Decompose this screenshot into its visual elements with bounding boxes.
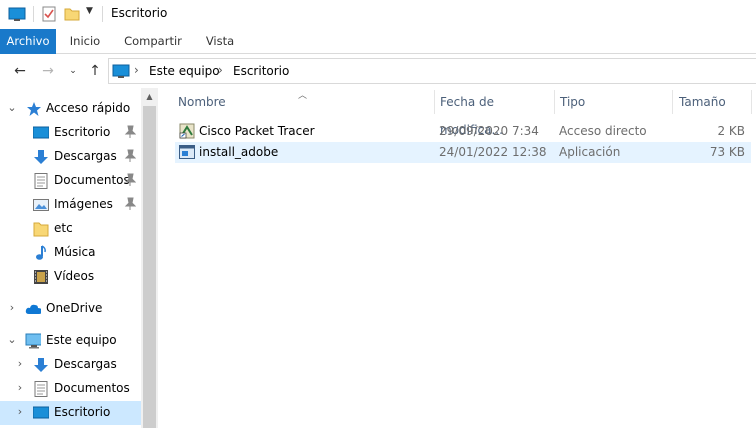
breadcrumb-chevron-icon[interactable]: › (134, 63, 139, 77)
up-arrow-icon[interactable]: ↑ (86, 62, 104, 80)
customize-quick-access-icon[interactable]: ▼ (86, 6, 93, 16)
sidebar-item-label: Descargas (54, 149, 117, 163)
scroll-up-arrow-icon[interactable]: ▲ (141, 88, 158, 105)
sidebar-item-este-equipo[interactable]: ⌄ Este equipo (0, 329, 141, 353)
expand-chevron-icon[interactable]: › (14, 381, 26, 394)
nav-pane-scrollbar[interactable]: ▲ (141, 88, 158, 428)
folder-icon (33, 222, 49, 237)
desktop-icon (33, 406, 49, 419)
recent-locations-chevron-icon[interactable]: ⌄ (64, 62, 82, 80)
column-header-tipo[interactable]: Tipo (554, 88, 672, 116)
packet-tracer-shortcut-icon (179, 123, 195, 139)
computer-icon (25, 333, 41, 349)
tab-inicio[interactable]: Inicio (61, 29, 109, 54)
sidebar-item-pc-descargas[interactable]: › Descargas (0, 353, 141, 377)
breadcrumb-chevron-icon[interactable]: › (218, 63, 223, 77)
sidebar-item-label: etc (54, 221, 73, 235)
sidebar-item-label: Escritorio (54, 405, 111, 419)
tab-vista[interactable]: Vista (198, 29, 242, 54)
tab-compartir[interactable]: Compartir (118, 29, 188, 54)
file-size: 2 KB (717, 124, 745, 138)
window-title: Escritorio (111, 6, 168, 20)
forward-arrow-icon[interactable]: → (39, 62, 57, 80)
sidebar-item-onedrive[interactable]: › OneDrive (0, 297, 141, 321)
sidebar-item-quick-access[interactable]: ⌄ Acceso rápido (0, 97, 141, 121)
pin-icon[interactable] (124, 197, 136, 211)
pin-icon[interactable] (124, 125, 136, 139)
computer-icon[interactable] (8, 6, 26, 22)
file-type: Aplicación (559, 145, 621, 159)
sidebar-item-label: OneDrive (46, 301, 103, 315)
scrollbar-thumb[interactable] (143, 106, 156, 428)
column-header-fecha[interactable]: Fecha de modifica... (434, 88, 554, 137)
address-bar[interactable]: › Este equipo › Escritorio (108, 58, 756, 84)
sidebar-item-label: Documentos (54, 381, 130, 395)
sidebar-item-label: Documentos (54, 173, 130, 187)
sidebar-item-label: Este equipo (46, 333, 117, 347)
file-size: 73 KB (709, 145, 745, 159)
title-bar: ▼ Escritorio (0, 0, 756, 29)
sidebar-item-label: Acceso rápido (46, 101, 131, 115)
tab-archivo[interactable]: Archivo (0, 29, 56, 54)
pin-icon[interactable] (124, 173, 136, 187)
download-arrow-icon (34, 150, 48, 164)
desktop-icon (33, 126, 49, 139)
navigation-bar: ← → ⌄ ↑ › Este equipo › Escritorio (0, 54, 756, 88)
file-name: install_adobe (199, 145, 279, 159)
breadcrumb-escritorio[interactable]: Escritorio (233, 64, 289, 78)
title-divider (102, 6, 103, 22)
sidebar-item-escritorio[interactable]: Escritorio (0, 121, 141, 145)
sidebar-item-documentos[interactable]: Documentos (0, 169, 141, 193)
film-strip-icon (34, 270, 48, 284)
sidebar-item-descargas[interactable]: Descargas (0, 145, 141, 169)
pictures-icon (33, 199, 49, 211)
collapse-chevron-icon[interactable]: ⌄ (6, 101, 18, 114)
document-icon (34, 173, 48, 189)
sidebar-item-pc-documentos[interactable]: › Documentos (0, 377, 141, 401)
expand-chevron-icon[interactable]: › (14, 357, 26, 370)
quick-access-divider (33, 6, 34, 22)
column-divider[interactable] (751, 90, 752, 114)
music-note-icon (36, 245, 46, 260)
file-date: 29/09/2020 7:34 (439, 124, 539, 138)
application-icon (179, 145, 195, 159)
file-row[interactable]: Cisco Packet Tracer 29/09/2020 7:34 Acce… (175, 121, 751, 142)
sidebar-item-etc[interactable]: etc (0, 217, 141, 241)
sidebar-item-label: Vídeos (54, 269, 95, 283)
file-row[interactable]: install_adobe 24/01/2022 12:38 Aplicació… (175, 142, 751, 163)
sidebar-item-musica[interactable]: Música (0, 241, 141, 265)
sidebar-item-imagenes[interactable]: Imágenes (0, 193, 141, 217)
breadcrumb-este-equipo[interactable]: Este equipo (149, 64, 220, 78)
file-name: Cisco Packet Tracer (199, 124, 315, 138)
download-arrow-icon (34, 358, 48, 372)
column-header-nombre[interactable]: Nombre (172, 88, 434, 116)
properties-icon[interactable] (41, 6, 57, 22)
file-type: Acceso directo (559, 124, 647, 138)
file-date: 24/01/2022 12:38 (439, 145, 547, 159)
collapse-chevron-icon[interactable]: ⌄ (6, 333, 18, 346)
ribbon-tabs: Archivo Inicio Compartir Vista (0, 29, 756, 54)
expand-chevron-icon[interactable]: › (14, 405, 26, 418)
sidebar-item-videos[interactable]: Vídeos (0, 265, 141, 289)
sidebar-item-label: Música (54, 245, 96, 259)
computer-icon (112, 64, 130, 78)
back-arrow-icon[interactable]: ← (11, 62, 29, 80)
sidebar-item-label: Escritorio (54, 125, 111, 139)
sidebar-item-pc-escritorio[interactable]: › Escritorio (0, 401, 141, 425)
new-folder-icon[interactable] (64, 6, 80, 22)
sidebar-item-label: Imágenes (54, 197, 113, 211)
navigation-pane: ⌄ Acceso rápido Escritorio Descargas Doc… (0, 88, 158, 428)
cloud-icon (25, 304, 41, 314)
column-header-tamano[interactable]: Tamaño (673, 88, 751, 116)
file-list: ︿ Nombre Fecha de modifica... Tipo Tamañ… (158, 88, 756, 428)
document-icon (34, 381, 48, 397)
sidebar-item-label: Descargas (54, 357, 117, 371)
expand-chevron-icon[interactable]: › (6, 301, 18, 314)
star-icon (27, 102, 41, 116)
pin-icon[interactable] (124, 149, 136, 163)
